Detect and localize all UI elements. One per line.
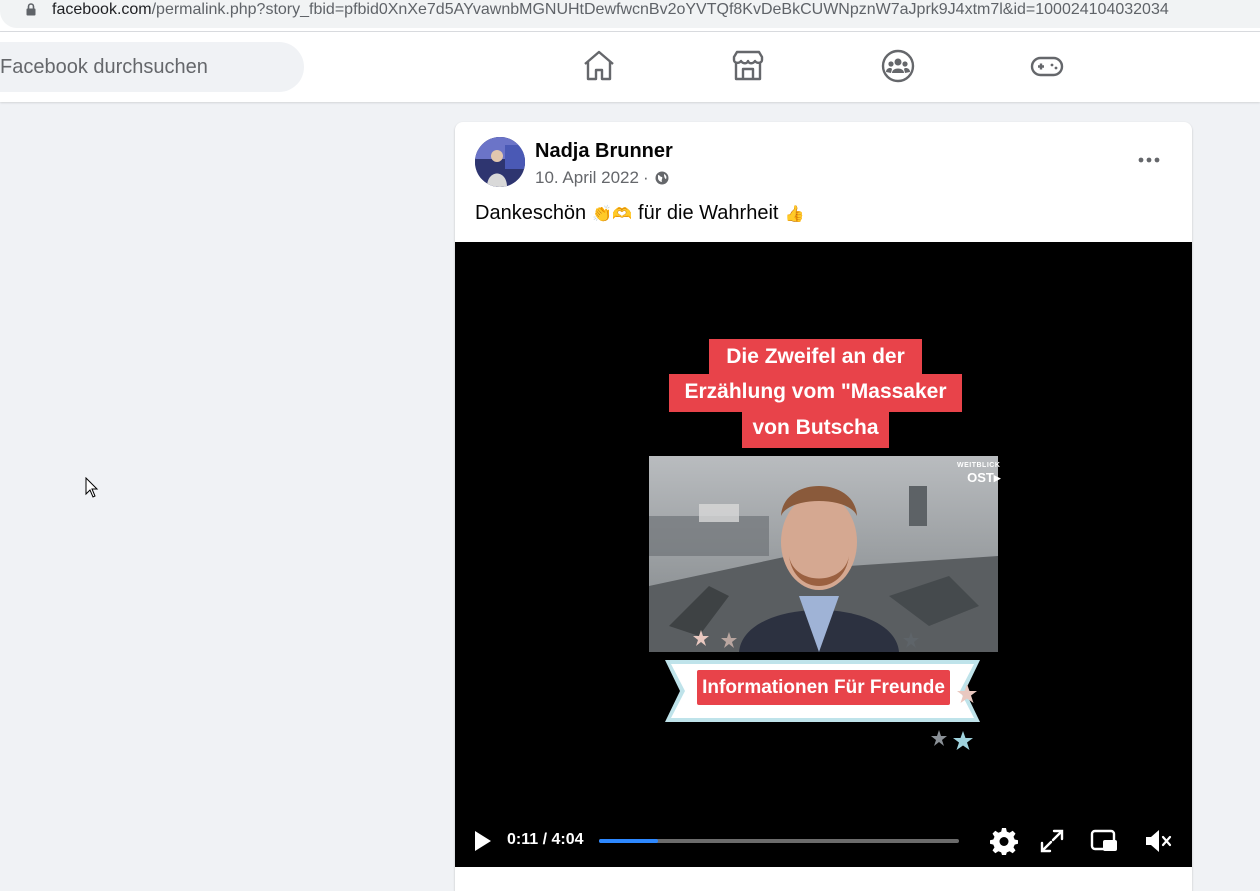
- gaming-icon[interactable]: [1030, 49, 1064, 83]
- decorative-stars-icon: [693, 630, 737, 648]
- url-host: facebook.com: [52, 1, 152, 18]
- headline-line-2: Erzählung vom "Massaker: [669, 374, 962, 412]
- groups-icon[interactable]: [881, 49, 915, 83]
- video-player[interactable]: Die Zweifel an der Erzählung vom "Massak…: [455, 242, 1192, 867]
- post-text: Dankeschön 👏🫶 für die Wahrheit 👍: [475, 202, 806, 225]
- search-box[interactable]: [0, 42, 304, 92]
- lock-icon: [26, 3, 36, 16]
- mute-icon[interactable]: [1144, 827, 1172, 855]
- post-meta: 10. April 2022 ·: [535, 168, 669, 188]
- watermark-play-icon: ▸: [993, 470, 1001, 485]
- decorative-star-icon: [903, 632, 919, 648]
- video-time: 0:11 / 4:04: [507, 831, 584, 848]
- clap-emoji-icon: 👏🫶: [592, 205, 633, 223]
- more-options-icon[interactable]: [1135, 150, 1163, 170]
- marketplace-icon[interactable]: [731, 49, 765, 83]
- fullscreen-icon[interactable]: [1038, 827, 1066, 855]
- globe-icon[interactable]: [655, 171, 669, 185]
- headline-line-1: Die Zweifel an der: [709, 339, 922, 377]
- play-icon[interactable]: [473, 829, 493, 853]
- thumbs-up-emoji-icon: 👍: [784, 205, 805, 223]
- browser-address-bar[interactable]: facebook.com/permalink.php?story_fbid=pf…: [0, 0, 1260, 32]
- post-date[interactable]: 10. April 2022: [535, 168, 639, 188]
- watermark-big-text: OST: [967, 470, 994, 485]
- post-card: Nadja Brunner 10. April 2022 · Dankeschö…: [455, 122, 1192, 891]
- video-progress-bar[interactable]: [599, 839, 959, 843]
- settings-gear-icon[interactable]: [990, 827, 1018, 855]
- decorative-stars-icon: [931, 730, 973, 750]
- video-progress-fill: [599, 839, 659, 843]
- picture-in-picture-icon[interactable]: [1090, 827, 1118, 855]
- post-text-start: Dankeschön: [475, 202, 587, 224]
- search-input[interactable]: [0, 42, 290, 92]
- decorative-star-icon: [957, 684, 977, 703]
- facebook-top-bar: [0, 32, 1260, 102]
- banner-label: Informationen Für Freunde: [697, 670, 950, 705]
- video-thumbnail: [649, 456, 998, 652]
- meta-separator: ·: [642, 168, 649, 187]
- home-icon[interactable]: [582, 49, 616, 83]
- mouse-cursor-icon: [85, 477, 99, 498]
- url-text[interactable]: facebook.com/permalink.php?story_fbid=pf…: [52, 0, 1169, 20]
- post-author-name[interactable]: Nadja Brunner: [535, 140, 673, 163]
- video-controls: 0:11 / 4:04: [455, 817, 1192, 867]
- channel-watermark: WEITBLICK OST▸: [957, 460, 1000, 484]
- url-path: /permalink.php?story_fbid=pfbid0XnXe7d5A…: [151, 1, 1169, 18]
- post-text-end: für die Wahrheit: [638, 202, 779, 224]
- headline-line-3: von Butscha: [742, 410, 889, 448]
- avatar[interactable]: [475, 137, 525, 187]
